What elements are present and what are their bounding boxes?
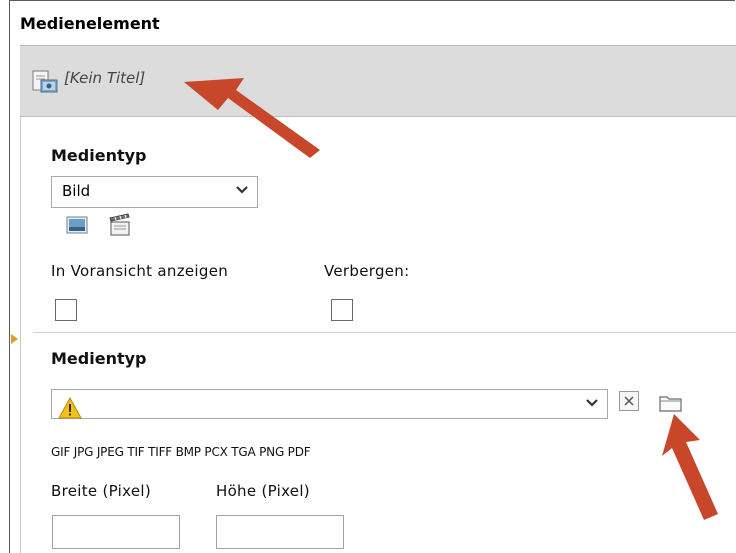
file-select[interactable]	[51, 389, 608, 419]
image-icon[interactable]	[66, 215, 88, 235]
clear-file-button[interactable]	[619, 391, 639, 411]
section-title: Medienelement	[20, 14, 160, 33]
media-type-select[interactable]: Bild	[51, 176, 258, 208]
section-divider	[33, 332, 736, 333]
media-document-icon	[32, 70, 58, 93]
warning-icon	[58, 397, 82, 419]
media-type-value: Bild	[62, 182, 91, 200]
height-input[interactable]	[216, 515, 344, 549]
allowed-file-types: GIF JPG JPEG TIF TIFF BMP PCX TGA PNG PD…	[51, 445, 311, 459]
annotation-arrow-folder	[662, 414, 718, 520]
height-label: Höhe (Pixel)	[216, 482, 310, 500]
hide-checkbox[interactable]	[331, 299, 353, 321]
chevron-down-icon	[236, 186, 248, 194]
show-in-preview-label: In Voransicht anzeigen	[51, 262, 229, 280]
chevron-down-icon	[586, 399, 598, 407]
hide-label: Verbergen:	[324, 262, 410, 280]
width-input[interactable]	[52, 515, 180, 549]
close-icon	[624, 396, 634, 406]
current-section-marker-icon	[11, 334, 18, 344]
show-in-preview-checkbox[interactable]	[55, 299, 77, 321]
width-label: Breite (Pixel)	[51, 482, 152, 500]
file-media-type-label: Medientyp	[51, 349, 147, 368]
media-type-label: Medientyp	[51, 146, 147, 165]
video-clapper-icon[interactable]	[108, 213, 132, 237]
record-title[interactable]: [Kein Titel]	[64, 69, 145, 87]
annotation-arrow-title	[184, 78, 320, 158]
